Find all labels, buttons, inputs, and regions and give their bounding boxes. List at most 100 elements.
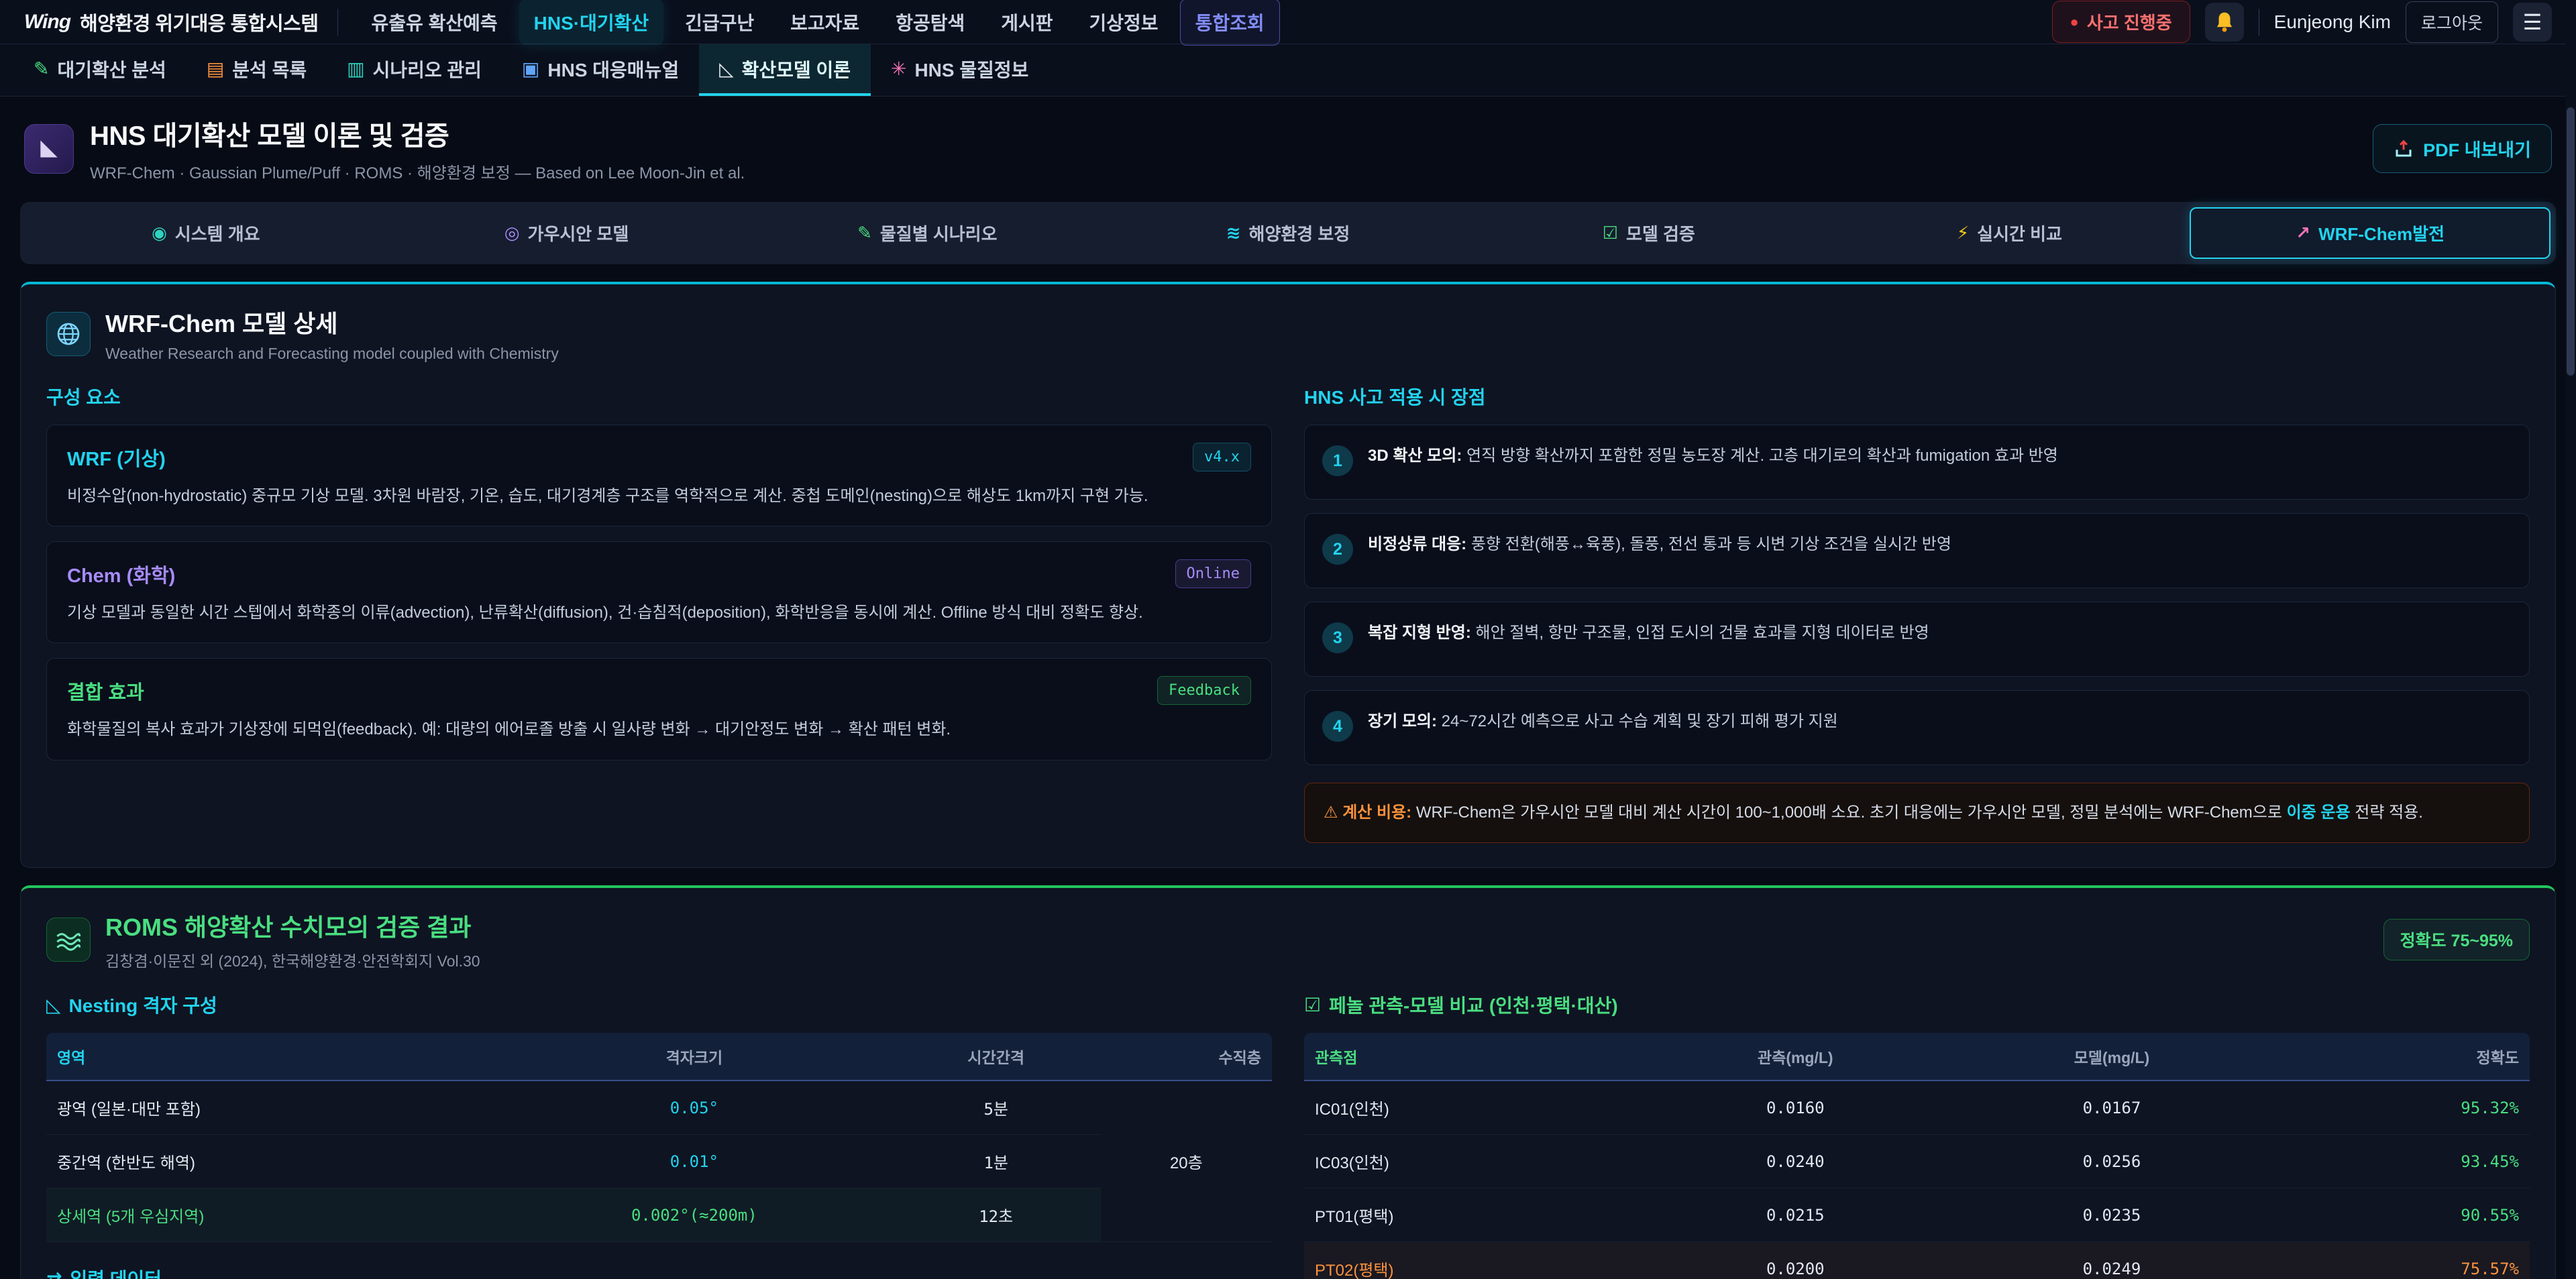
- model-value: 0.0249: [1953, 1242, 2270, 1279]
- col-grid-size: 격자크기: [497, 1033, 892, 1080]
- wrf-section-titles: WRF-Chem 모델 상세 Weather Research and Fore…: [105, 304, 559, 363]
- warning-icon: ⚠: [1324, 803, 1338, 822]
- sub-nav: ✎ 대기확산 분석 ▤ 분석 목록 ▥ 시나리오 관리 ▣ HNS 대응매뉴얼 …: [0, 44, 2576, 97]
- scrollbar-thumb[interactable]: [2567, 107, 2575, 376]
- station-id: PT01(평택): [1304, 1188, 1637, 1242]
- nav-item-weather-info[interactable]: 기상정보: [1075, 0, 1173, 45]
- advantage-label: 복잡 지형 반영:: [1368, 624, 1471, 642]
- inputs-heading: ⇄ 입력 데이터: [46, 1265, 1272, 1279]
- col-vertical-layers: 수직층: [1101, 1033, 1272, 1080]
- nesting-column: ◺ Nesting 격자 구성 영역 격자크기 시간간격 수직층 광역 (일본·…: [46, 991, 1272, 1279]
- col-station: 관측점: [1304, 1033, 1637, 1080]
- section-tab-bar: ◉ 시스템 개요 ◎ 가우시안 모델 ✎ 물질별 시나리오 ≋ 해양환경 보정 …: [20, 202, 2556, 264]
- component-description: 화학물질의 복사 효과가 기상장에 되먹임(feedback). 예: 대량의 …: [67, 717, 1251, 742]
- accuracy-badge: 정확도 75~95%: [2383, 919, 2530, 960]
- table-header-row: 영역 격자크기 시간간격 수직층: [46, 1033, 1272, 1080]
- advantage-desc: 풍향 전환(해풍↔육풍), 돌풍, 전선 통과 등 시변 기상 조건을 실시간 …: [1471, 535, 1951, 553]
- logout-button[interactable]: 로그아웃: [2406, 1, 2498, 43]
- advantage-item-3d-dispersion: 1 3D 확산 모의: 연직 방향 확산까지 포함한 정밀 농도장 계산. 고층…: [1304, 425, 2530, 500]
- advantage-desc: 해안 절벽, 항만 구조물, 인접 도시의 건물 효과를 지형 데이터로 반영: [1475, 624, 1929, 642]
- page-scrollbar[interactable]: [2565, 0, 2576, 1279]
- cost-note-label: 계산 비용:: [1342, 803, 1411, 822]
- domain-name: 상세역 (5개 우심지역): [46, 1188, 497, 1242]
- notification-bell-button[interactable]: [2205, 3, 2244, 42]
- lightning-icon: ⚡: [1957, 223, 1969, 243]
- phenol-heading: ☑ 페놀 관측-모델 비교 (인천·평택·대산): [1304, 991, 2530, 1018]
- table-row[interactable]: 상세역 (5개 우심지역) 0.002°(≈200m) 12초: [46, 1188, 1272, 1242]
- nav-item-aerial-search[interactable]: 항공탐색: [881, 0, 979, 45]
- subnav-item-hns-substance-info[interactable]: ✳ HNS 물질정보: [871, 44, 1049, 96]
- domain-name: 중간역 (한반도 해역): [46, 1135, 497, 1188]
- pencil-icon: ✎: [857, 223, 872, 243]
- component-card-top: 결합 효과 Feedback: [67, 676, 1251, 705]
- col-modeled: 모델(mg/L): [1953, 1033, 2270, 1080]
- table-row[interactable]: 중간역 (한반도 해역) 0.01° 1분: [46, 1135, 1272, 1188]
- book-icon: ▣: [522, 58, 539, 80]
- table-header-row: 관측점 관측(mg/L) 모델(mg/L) 정확도: [1304, 1033, 2530, 1080]
- nav-item-board[interactable]: 게시판: [986, 0, 1067, 45]
- tab-wrf-chem-evolution[interactable]: ↗ WRF-Chem발전: [2190, 207, 2551, 259]
- subnav-item-scenario-management[interactable]: ▥ 시나리오 관리: [327, 44, 502, 96]
- pdf-export-button[interactable]: PDF 내보내기: [2373, 124, 2552, 173]
- advantage-text: 비정상류 대응: 풍향 전환(해풍↔육풍), 돌풍, 전선 통과 등 시변 기상…: [1368, 533, 1951, 557]
- table-row[interactable]: IC01(인천) 0.0160 0.0167 95.32%: [1304, 1080, 2530, 1135]
- nesting-grid-table: 영역 격자크기 시간간격 수직층 광역 (일본·대만 포함) 0.05° 5분 …: [46, 1033, 1272, 1242]
- nav-item-integrated-search[interactable]: 통합조회: [1180, 0, 1280, 46]
- col-accuracy: 정확도: [2270, 1033, 2530, 1080]
- subnav-item-hns-response-manual[interactable]: ▣ HNS 대응매뉴얼: [502, 44, 699, 96]
- tab-substance-scenarios[interactable]: ✎ 물질별 시나리오: [747, 207, 1108, 259]
- tab-label: 해양환경 보정: [1249, 221, 1350, 245]
- tab-model-validation[interactable]: ☑ 모델 검증: [1468, 207, 1829, 259]
- station-id: PT02(평택): [1304, 1242, 1637, 1279]
- incident-dot-icon: ●: [2070, 13, 2079, 31]
- tab-gaussian-model[interactable]: ◎ 가우시안 모델: [386, 207, 747, 259]
- component-description: 비정수압(non-hydrostatic) 중규모 기상 모델. 3차원 바람장…: [67, 484, 1251, 508]
- table-row-low-accuracy[interactable]: PT02(평택) 0.0200 0.0249 75.57%: [1304, 1242, 2530, 1279]
- cost-note-text: WRF-Chem은 가우시안 모델 대비 계산 시간이 100~1,000배 소…: [1416, 803, 2287, 822]
- observed-value: 0.0200: [1637, 1242, 1953, 1279]
- subnav-label: 대기확산 분석: [57, 56, 166, 82]
- app-logo: Wing 해양환경 위기대응 통합시스템: [24, 9, 338, 36]
- time-step: 12초: [892, 1188, 1101, 1242]
- triangle-ruler-icon: [36, 136, 62, 162]
- pencil-icon: ✎: [34, 58, 49, 80]
- station-id: IC01(인천): [1304, 1080, 1637, 1135]
- subnav-label: 시나리오 관리: [373, 56, 482, 82]
- table-row[interactable]: IC03(인천) 0.0240 0.0256 93.45%: [1304, 1135, 2530, 1188]
- model-value: 0.0235: [1953, 1188, 2270, 1242]
- subnav-label: HNS 대응매뉴얼: [547, 56, 679, 82]
- nav-item-emergency-rescue[interactable]: 긴급구난: [670, 0, 769, 45]
- nav-item-hns-air-dispersion[interactable]: HNS·대기확산: [519, 0, 663, 45]
- main-nav: 유출유 확산예측 HNS·대기확산 긴급구난 보고자료 항공탐색 게시판 기상정…: [357, 0, 2033, 46]
- menu-button[interactable]: ☰: [2513, 3, 2552, 42]
- time-step: 1분: [892, 1135, 1101, 1188]
- advantage-item-unsteady-flow: 2 비정상류 대응: 풍향 전환(해풍↔육풍), 돌풍, 전선 통과 등 시변 …: [1304, 513, 2530, 588]
- triangle-ruler-icon: ◺: [719, 58, 734, 80]
- table-row[interactable]: PT01(평택) 0.0215 0.0235 90.55%: [1304, 1188, 2530, 1242]
- subnav-item-air-dispersion-analysis[interactable]: ✎ 대기확산 분석: [13, 44, 186, 96]
- phenol-comparison-table: 관측점 관측(mg/L) 모델(mg/L) 정확도 IC01(인천) 0.016…: [1304, 1033, 2530, 1279]
- globe-icon-tile: [46, 312, 91, 356]
- advantage-label: 장기 모의:: [1368, 712, 1437, 730]
- roms-section-titles: ROMS 해양확산 수치모의 검증 결과 김창겸·이문진 외 (2024), 한…: [105, 908, 480, 971]
- step-number: 2: [1322, 534, 1353, 565]
- tab-realtime-comparison[interactable]: ⚡ 실시간 비교: [1829, 207, 2190, 259]
- nav-item-oil-spill[interactable]: 유출유 확산예측: [357, 0, 513, 45]
- subnav-item-analysis-list[interactable]: ▤ 분석 목록: [186, 44, 327, 96]
- nav-item-reports[interactable]: 보고자료: [775, 0, 874, 45]
- wrf-two-columns: 구성 요소 WRF (기상) v4.x 비정수압(non-hydrostatic…: [46, 383, 2530, 843]
- subnav-item-dispersion-model-theory[interactable]: ◺ 확산모델 이론: [699, 44, 871, 96]
- table-row[interactable]: 광역 (일본·대만 포함) 0.05° 5분 20층: [46, 1080, 1272, 1135]
- incident-status-badge[interactable]: ● 사고 진행중: [2052, 1, 2190, 43]
- roms-section-header: ROMS 해양확산 수치모의 검증 결과 김창겸·이문진 외 (2024), 한…: [46, 908, 2530, 971]
- clipboard-icon: ▤: [207, 58, 224, 80]
- roms-two-columns: ◺ Nesting 격자 구성 영역 격자크기 시간간격 수직층 광역 (일본·…: [46, 991, 2530, 1279]
- tab-system-overview[interactable]: ◉ 시스템 개요: [25, 207, 386, 259]
- app-title: 해양환경 위기대응 통합시스템: [80, 8, 318, 36]
- advantage-label: 3D 확산 모의:: [1368, 447, 1462, 465]
- tab-marine-environment-correction[interactable]: ≋ 해양환경 보정: [1108, 207, 1468, 259]
- advantage-desc: 연직 방향 확산까지 포함한 정밀 농도장 계산. 고층 대기로의 확산과 fu…: [1466, 447, 2058, 465]
- accuracy-value: 75.57%: [2270, 1242, 2530, 1279]
- component-description: 기상 모델과 동일한 시간 스텝에서 화학종의 이류(advection), 난…: [67, 600, 1251, 625]
- vertical-layers: 20층: [1101, 1080, 1272, 1242]
